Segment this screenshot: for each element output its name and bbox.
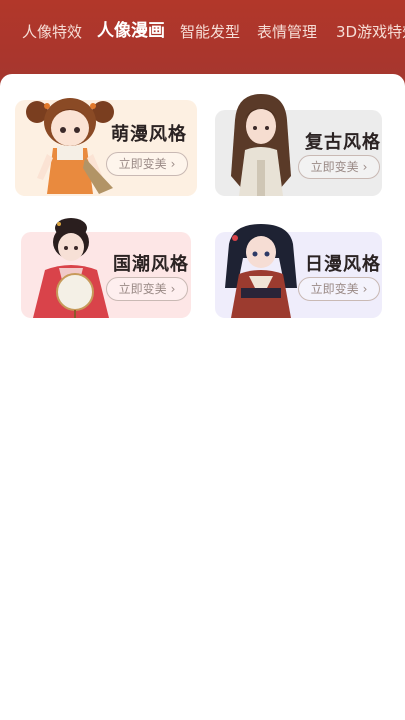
tab-portrait-effects[interactable]: 人像特效 — [22, 22, 82, 42]
card-title: 日漫风格 — [305, 254, 381, 275]
guochao-woman-illustration — [33, 218, 109, 318]
card-title: 国潮风格 — [113, 254, 189, 275]
chevron-right-icon: › — [170, 157, 176, 171]
style-card-cute[interactable]: 萌漫风格 立即变美 › — [15, 98, 197, 196]
card-title: 萌漫风格 — [111, 124, 187, 145]
chevron-right-icon: › — [362, 160, 368, 174]
cute-girl-illustration — [26, 98, 114, 194]
try-now-label: 立即变美 — [118, 282, 167, 296]
card-title: 复古风格 — [305, 132, 381, 153]
style-card-guochao[interactable]: 国潮风格 立即变美 › — [21, 218, 191, 318]
style-card-retro[interactable]: 复古风格 立即变美 › — [215, 94, 382, 196]
tab-portrait-comic[interactable]: 人像漫画 — [97, 21, 165, 41]
try-now-button[interactable]: 立即变美 › — [298, 277, 380, 301]
category-tabs: 人像特效 人像漫画 智能发型 表情管理 3D游戏特效 — [0, 16, 405, 56]
chevron-right-icon: › — [362, 282, 368, 296]
try-now-button[interactable]: 立即变美 › — [106, 152, 188, 176]
retro-woman-illustration — [231, 94, 291, 196]
style-card-anime[interactable]: 日漫风格 立即变美 › — [215, 224, 382, 318]
tab-expression[interactable]: 表情管理 — [257, 22, 317, 42]
try-now-button[interactable]: 立即变美 › — [106, 277, 188, 301]
tab-3d-game[interactable]: 3D游戏特效 — [336, 22, 405, 42]
chevron-right-icon: › — [170, 282, 176, 296]
try-now-label: 立即变美 — [118, 157, 167, 171]
anime-girl-illustration — [225, 224, 297, 318]
try-now-label: 立即变美 — [310, 160, 359, 174]
try-now-label: 立即变美 — [310, 282, 359, 296]
tab-smart-hairstyle[interactable]: 智能发型 — [180, 22, 240, 42]
try-now-button[interactable]: 立即变美 › — [298, 155, 380, 179]
